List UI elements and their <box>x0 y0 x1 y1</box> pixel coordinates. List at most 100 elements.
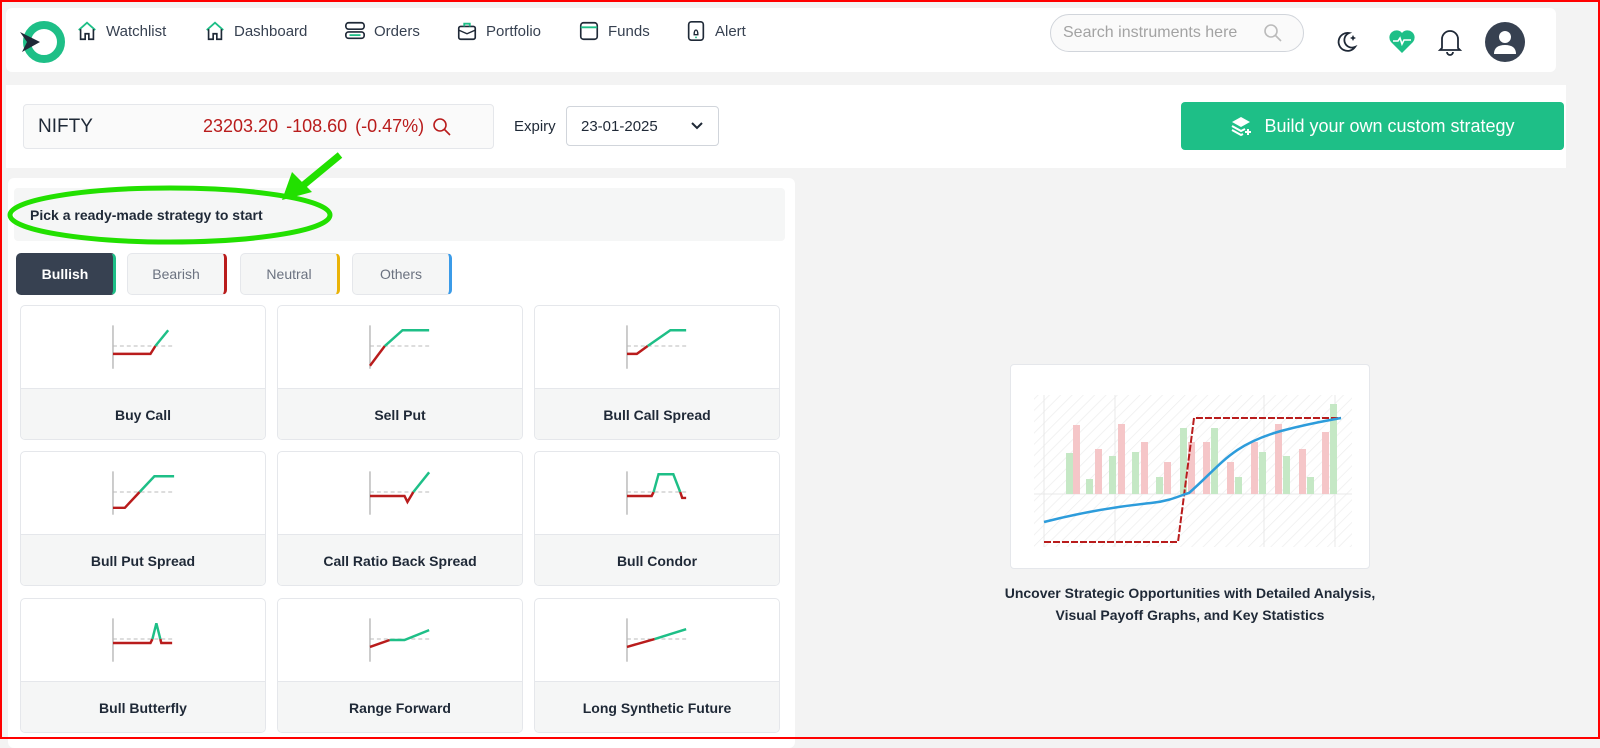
instrument-selector[interactable]: NIFTY 23203.20 -108.60 (-0.47%) <box>23 104 494 149</box>
tab-others[interactable]: Others <box>352 253 452 295</box>
illustration-bar <box>1307 477 1314 494</box>
nav-label: Alert <box>715 22 746 40</box>
nav-label: Funds <box>608 22 650 40</box>
tab-neutral[interactable]: Neutral <box>240 253 340 295</box>
chevron-down-icon <box>691 122 703 130</box>
search-box[interactable] <box>1050 14 1304 52</box>
illustration-bar <box>1227 462 1234 494</box>
strategy-name: Call Ratio Back Spread <box>278 535 522 585</box>
home-icon <box>78 21 96 41</box>
strategy-name: Bull Put Spread <box>21 535 265 585</box>
caption-line-1: Uncover Strategic Opportunities with Det… <box>1004 585 1376 601</box>
theme-toggle-icon[interactable] <box>1335 30 1359 54</box>
strategy-card[interactable]: Range Forward <box>277 598 523 733</box>
expiry-label: Expiry <box>514 118 556 135</box>
illustration-bar <box>1073 425 1080 494</box>
strategy-name: Sell Put <box>278 389 522 439</box>
strategy-name: Range Forward <box>278 682 522 732</box>
payoff-graph <box>278 599 522 682</box>
payoff-illustration <box>1010 364 1370 569</box>
search-icon[interactable] <box>432 117 452 137</box>
nav-label: Watchlist <box>106 22 167 40</box>
illustration-bar <box>1118 424 1125 494</box>
tab-bearish[interactable]: Bearish <box>127 253 227 295</box>
strategy-name: Bull Call Spread <box>535 389 779 439</box>
strategy-card[interactable]: Bull Put Spread <box>20 451 266 586</box>
illustration-bar <box>1156 477 1163 494</box>
payoff-graph <box>278 452 522 535</box>
annotation-highlight <box>7 152 343 245</box>
illustration-caption: Uncover Strategic Opportunities with Det… <box>960 582 1420 626</box>
nav-label: Orders <box>374 22 420 40</box>
search-input[interactable] <box>1063 24 1263 42</box>
strategy-card[interactable]: Bull Butterfly <box>20 598 266 733</box>
notification-bell-icon[interactable] <box>1437 27 1463 57</box>
payoff-graph-icon <box>112 325 173 369</box>
strategy-name: Buy Call <box>21 389 265 439</box>
illustration-bar <box>1299 449 1306 494</box>
build-custom-strategy-button[interactable]: Build your own custom strategy <box>1181 102 1564 150</box>
strategy-name: Bull Butterfly <box>21 682 265 732</box>
illustration-bar <box>1275 424 1282 494</box>
payoff-graph <box>535 599 779 682</box>
tab-bullish[interactable]: Bullish <box>16 253 116 295</box>
illustration-bar <box>1164 462 1171 494</box>
alert-phone-icon <box>687 21 705 41</box>
wallet-icon <box>579 21 599 41</box>
layers-plus-icon <box>1231 117 1252 137</box>
payoff-graph-icon <box>112 618 173 662</box>
illustration-bar <box>1259 452 1266 494</box>
illustration-bar <box>1283 456 1290 494</box>
strategy-card[interactable]: Sell Put <box>277 305 523 440</box>
strategy-card[interactable]: Bull Call Spread <box>534 305 780 440</box>
illustration-bar <box>1211 428 1218 494</box>
strategy-card[interactable]: Call Ratio Back Spread <box>277 451 523 586</box>
payoff-graph-icon <box>369 471 431 515</box>
instrument-change: -108.60 <box>286 116 348 136</box>
payoff-graph <box>21 452 265 535</box>
orders-icon <box>345 21 365 40</box>
nav-dashboard[interactable]: Dashboard <box>204 20 307 42</box>
payoff-graph-icon <box>369 325 430 369</box>
payoff-graph <box>21 599 265 682</box>
nav-portfolio[interactable]: Portfolio <box>456 20 541 42</box>
strategy-card[interactable]: Long Synthetic Future <box>534 598 780 733</box>
strategy-card[interactable]: Bull Condor <box>534 451 780 586</box>
illustration-bar <box>1132 452 1139 494</box>
nav-funds[interactable]: Funds <box>578 20 650 42</box>
strategy-card[interactable]: Buy Call <box>20 305 266 440</box>
illustration-bar <box>1095 449 1102 494</box>
briefcase-icon <box>457 22 477 41</box>
strategy-name: Long Synthetic Future <box>535 682 779 732</box>
nav-watchlist[interactable]: Watchlist <box>76 20 166 42</box>
build-button-label: Build your own custom strategy <box>1264 115 1515 136</box>
payoff-graph-icon <box>626 325 687 369</box>
payoff-graph <box>535 306 779 389</box>
instrument-symbol: NIFTY <box>38 115 93 137</box>
illustration-bar <box>1251 442 1258 494</box>
health-heart-icon[interactable] <box>1388 28 1416 54</box>
strategy-name: Bull Condor <box>535 535 779 585</box>
payoff-graph <box>278 306 522 389</box>
expiry-dropdown[interactable]: 23-01-2025 <box>566 106 719 146</box>
payoff-graph-icon <box>626 471 687 515</box>
nav-alert[interactable]: Alert <box>685 20 746 42</box>
nav-label: Portfolio <box>486 22 542 40</box>
illustration-bar <box>1203 442 1210 494</box>
illustration-bar <box>1066 453 1073 494</box>
illustration-bar <box>1322 432 1329 494</box>
illustration-bar <box>1235 477 1242 494</box>
avatar[interactable] <box>1485 22 1525 62</box>
payoff-graph-icon <box>112 471 175 515</box>
nav-orders[interactable]: Orders <box>344 20 420 42</box>
payoff-graph-icon <box>369 618 430 662</box>
home-icon <box>206 21 224 41</box>
caption-line-2: Visual Payoff Graphs, and Key Statistics <box>1055 607 1325 623</box>
logo <box>20 21 65 63</box>
instrument-price: 23203.20 <box>203 116 279 136</box>
illustration-bar <box>1141 442 1148 494</box>
instrument-change-pct: (-0.47%) <box>355 116 425 136</box>
search-icon[interactable] <box>1263 23 1283 43</box>
payoff-graph <box>535 452 779 535</box>
illustration-bar <box>1109 456 1116 494</box>
